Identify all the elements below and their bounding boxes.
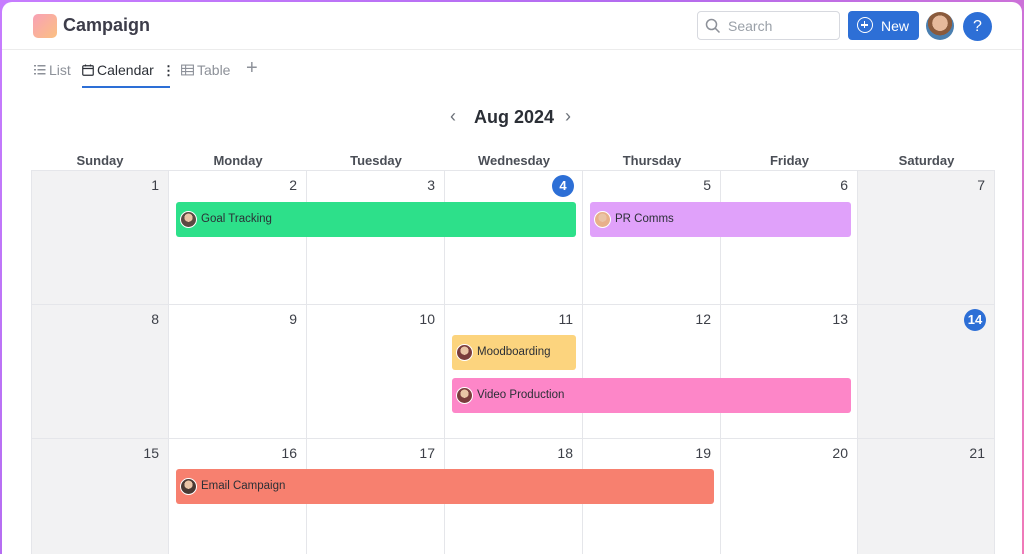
- day-number: 1: [151, 177, 159, 193]
- day-cell[interactable]: 21: [858, 439, 995, 554]
- event-label: Email Campaign: [201, 480, 286, 492]
- day-number: 12: [695, 311, 711, 327]
- event-label: PR Comms: [615, 213, 674, 225]
- day-number: 18: [557, 445, 573, 461]
- day-cell[interactable]: 15: [31, 439, 169, 554]
- day-cell[interactable]: 4: [445, 171, 583, 305]
- list-icon: [34, 65, 46, 75]
- weekday-label: Sunday: [76, 153, 124, 168]
- weekday-header: Sunday Monday Tuesday Wednesday Thursday…: [31, 147, 995, 171]
- search-placeholder: Search: [728, 18, 773, 34]
- calendar-icon: [82, 64, 94, 76]
- day-cell[interactable]: 10: [307, 305, 445, 439]
- day-cell[interactable]: 12: [583, 305, 721, 439]
- day-number: 7: [977, 177, 985, 193]
- help-button[interactable]: ?: [963, 12, 992, 41]
- assignee-avatar: [456, 387, 473, 404]
- table-icon: [181, 64, 194, 76]
- day-number: 15: [143, 445, 159, 461]
- day-cell[interactable]: 14: [858, 305, 995, 439]
- weekday-label: Friday: [769, 153, 809, 168]
- day-number: 10: [419, 311, 435, 327]
- assignee-avatar: [180, 478, 197, 495]
- day-cell[interactable]: 6: [721, 171, 858, 305]
- day-cell[interactable]: 20: [721, 439, 858, 554]
- day-cell[interactable]: 3: [307, 171, 445, 305]
- day-number: 5: [703, 177, 711, 193]
- weekday-label: Saturday: [898, 153, 955, 168]
- day-cell[interactable]: 5: [583, 171, 721, 305]
- day-cell[interactable]: 2: [169, 171, 307, 305]
- assignee-avatar: [180, 211, 197, 228]
- tab-list[interactable]: List: [34, 61, 74, 88]
- day-number: 16: [281, 445, 297, 461]
- new-button-label: New: [881, 18, 910, 34]
- user-avatar[interactable]: [926, 12, 954, 40]
- search-icon: [705, 18, 721, 34]
- day-cell[interactable]: 13: [721, 305, 858, 439]
- day-number: 20: [832, 445, 848, 461]
- top-bar: Campaign Search New ?: [2, 2, 1022, 50]
- weekday-label: Tuesday: [350, 153, 402, 168]
- weekday-label: Monday: [213, 153, 263, 168]
- day-number: 2: [289, 177, 297, 193]
- day-number: 17: [419, 445, 435, 461]
- tab-calendar[interactable]: Calendar ⋮: [82, 61, 175, 88]
- app-window: Campaign Search New ? List Calendar ⋮ Ta…: [2, 2, 1022, 554]
- view-tabs: List Calendar ⋮ Table +: [2, 50, 1022, 90]
- event-label: Goal Tracking: [201, 213, 272, 225]
- add-view-button[interactable]: +: [246, 57, 262, 84]
- month-label: Aug 2024: [474, 107, 555, 127]
- day-number: 21: [969, 445, 985, 461]
- event-label: Video Production: [477, 389, 565, 401]
- tab-table-label: Table: [197, 62, 231, 78]
- event-bar[interactable]: Goal Tracking: [176, 202, 576, 237]
- app-logo-icon: [33, 14, 57, 38]
- weekday-label: Wednesday: [477, 153, 550, 168]
- event-bar[interactable]: PR Comms: [590, 202, 851, 237]
- day-cell[interactable]: 8: [31, 305, 169, 439]
- event-bar[interactable]: Moodboarding: [452, 335, 576, 370]
- app-title: Campaign: [63, 15, 151, 35]
- day-number: 9: [289, 311, 297, 327]
- grid-divider: [31, 170, 995, 171]
- prev-month-button[interactable]: ‹: [450, 106, 456, 127]
- tab-list-label: List: [49, 62, 71, 78]
- plus-circle-icon: [857, 17, 873, 33]
- assignee-avatar: [456, 344, 473, 361]
- event-bar[interactable]: Video Production: [452, 378, 851, 413]
- weekday-label: Thursday: [622, 153, 682, 168]
- day-cell[interactable]: 11: [445, 305, 583, 439]
- event-label: Moodboarding: [477, 346, 551, 358]
- day-number: 19: [695, 445, 711, 461]
- highlighted-day-number: 14: [964, 309, 986, 331]
- tab-table[interactable]: Table: [181, 61, 236, 88]
- assignee-avatar: [594, 211, 611, 228]
- day-number: 6: [840, 177, 848, 193]
- day-cell[interactable]: 1: [31, 171, 169, 305]
- highlighted-day-number: 4: [552, 175, 574, 197]
- tab-calendar-label: Calendar: [97, 62, 154, 78]
- day-number: 3: [427, 177, 435, 193]
- day-cell[interactable]: 9: [169, 305, 307, 439]
- event-bar[interactable]: Email Campaign: [176, 469, 714, 504]
- day-number: 11: [558, 311, 573, 327]
- more-options-icon[interactable]: ⋮: [162, 63, 175, 79]
- next-month-button[interactable]: ›: [565, 106, 571, 127]
- day-cell[interactable]: 7: [858, 171, 995, 305]
- day-number: 13: [832, 311, 848, 327]
- new-button[interactable]: New: [848, 11, 919, 40]
- day-number: 8: [151, 311, 159, 327]
- search-input[interactable]: Search: [697, 11, 840, 40]
